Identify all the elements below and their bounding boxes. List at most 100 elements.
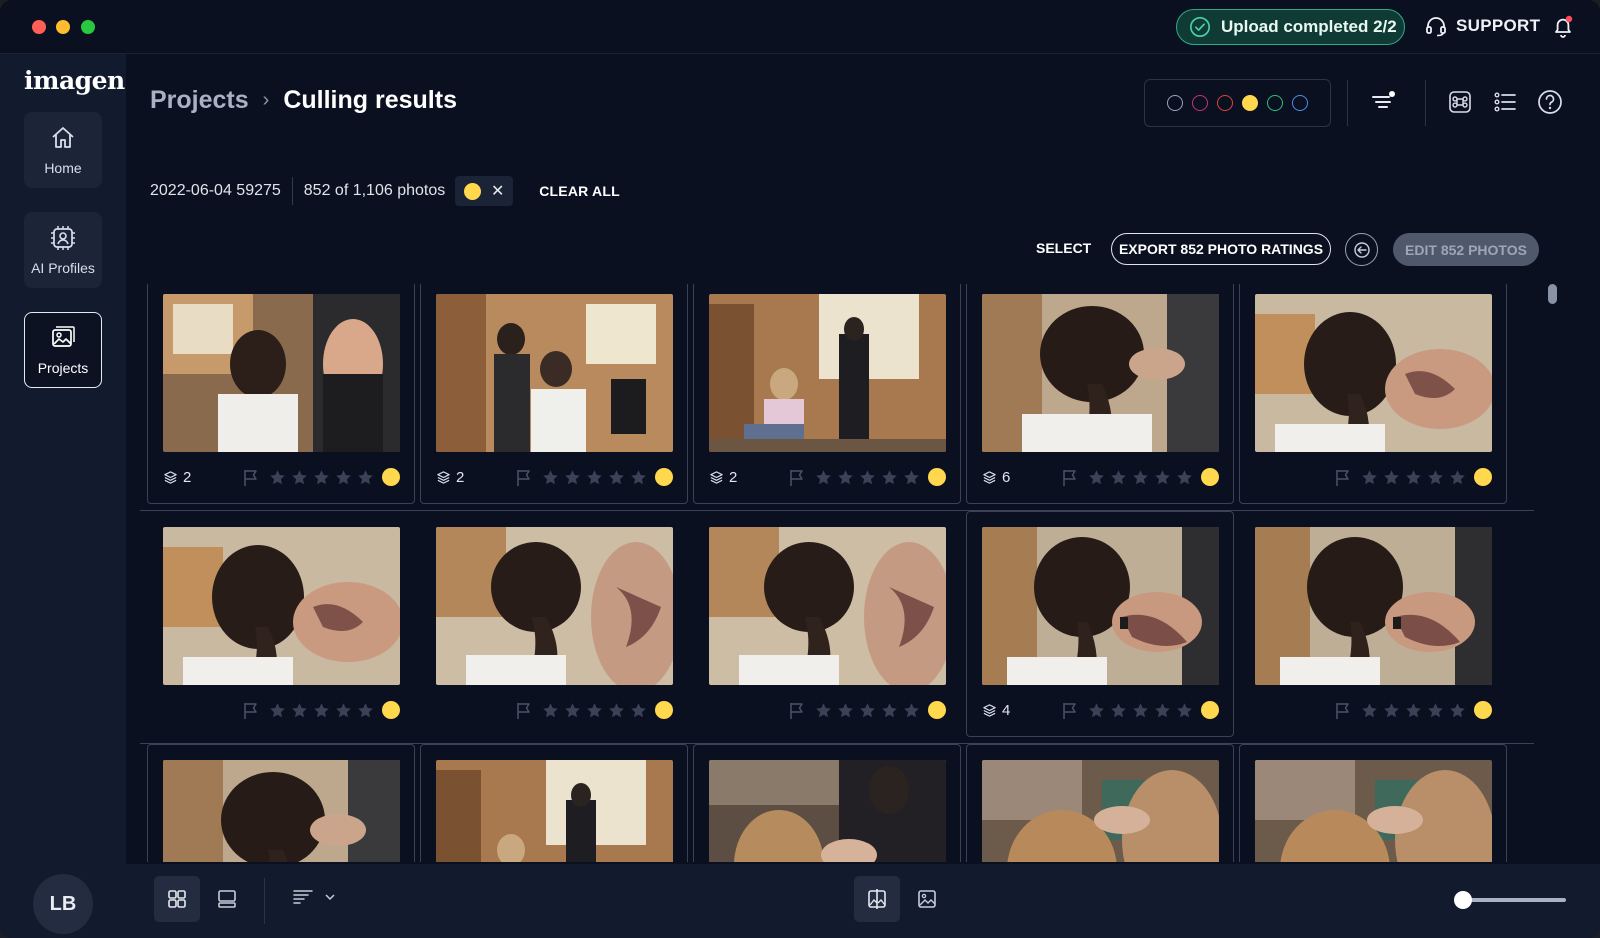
select-button[interactable]: SELECT: [1036, 240, 1091, 256]
color-label-indicator[interactable]: [382, 468, 400, 486]
star-icon[interactable]: [837, 702, 854, 719]
help-icon[interactable]: [1536, 88, 1564, 116]
photo-card[interactable]: 2: [420, 284, 688, 504]
flag-icon[interactable]: [1062, 702, 1078, 719]
color-label-dot[interactable]: [1292, 95, 1308, 111]
star-icon[interactable]: [1449, 702, 1466, 719]
stack-count[interactable]: 2: [436, 469, 506, 486]
star-icon[interactable]: [1132, 469, 1149, 486]
color-label-dot[interactable]: [1217, 95, 1233, 111]
color-label-dot[interactable]: [1267, 95, 1283, 111]
star-rating[interactable]: [269, 469, 374, 486]
star-icon[interactable]: [586, 469, 603, 486]
star-icon[interactable]: [1088, 702, 1105, 719]
star-icon[interactable]: [881, 702, 898, 719]
star-icon[interactable]: [291, 469, 308, 486]
star-icon[interactable]: [542, 702, 559, 719]
star-rating[interactable]: [815, 469, 920, 486]
stack-count[interactable]: 2: [709, 469, 779, 486]
zoom-slider-handle[interactable]: [1453, 891, 1472, 909]
photo-card[interactable]: [420, 511, 688, 737]
flag-icon[interactable]: [243, 702, 259, 719]
photo-card[interactable]: [420, 744, 688, 862]
star-icon[interactable]: [1088, 469, 1105, 486]
star-icon[interactable]: [630, 469, 647, 486]
color-filter-chip[interactable]: ✕: [455, 176, 514, 206]
flag-icon[interactable]: [516, 702, 532, 719]
flag-icon[interactable]: [1335, 469, 1351, 486]
star-rating[interactable]: [815, 702, 920, 719]
filmstrip-view-button[interactable]: [204, 876, 250, 922]
maximize-window-button[interactable]: [81, 20, 95, 34]
star-icon[interactable]: [1405, 702, 1422, 719]
remove-filter-icon[interactable]: ✕: [491, 181, 504, 201]
star-icon[interactable]: [564, 702, 581, 719]
single-view-button[interactable]: [904, 876, 950, 922]
color-label-indicator[interactable]: [928, 468, 946, 486]
photo-card[interactable]: 6: [966, 284, 1234, 504]
stack-count[interactable]: 2: [163, 469, 233, 486]
photo-card[interactable]: [1239, 744, 1507, 862]
close-window-button[interactable]: [32, 20, 46, 34]
photo-thumbnail[interactable]: [436, 760, 673, 862]
star-icon[interactable]: [1154, 702, 1171, 719]
photo-thumbnail[interactable]: [709, 527, 946, 685]
star-icon[interactable]: [1176, 469, 1193, 486]
flag-icon[interactable]: [1062, 469, 1078, 486]
flag-icon[interactable]: [243, 469, 259, 486]
color-label-indicator[interactable]: [382, 701, 400, 719]
star-icon[interactable]: [1154, 469, 1171, 486]
photo-thumbnail[interactable]: [982, 760, 1219, 862]
star-icon[interactable]: [291, 702, 308, 719]
star-icon[interactable]: [313, 469, 330, 486]
flag-icon[interactable]: [789, 702, 805, 719]
notification-bell-icon[interactable]: [1551, 14, 1575, 40]
star-icon[interactable]: [859, 469, 876, 486]
star-icon[interactable]: [313, 702, 330, 719]
star-icon[interactable]: [1110, 702, 1127, 719]
photo-card[interactable]: [966, 744, 1234, 862]
shortcuts-icon[interactable]: [1446, 88, 1474, 116]
star-icon[interactable]: [269, 702, 286, 719]
photo-card[interactable]: [693, 744, 961, 862]
photo-thumbnail[interactable]: [436, 527, 673, 685]
star-icon[interactable]: [608, 469, 625, 486]
sidebar-item-ai-profiles[interactable]: AI Profiles: [24, 212, 102, 288]
star-icon[interactable]: [1383, 702, 1400, 719]
star-icon[interactable]: [815, 469, 832, 486]
stack-count[interactable]: 4: [982, 702, 1052, 719]
stack-count[interactable]: 6: [982, 469, 1052, 486]
star-icon[interactable]: [1361, 702, 1378, 719]
star-icon[interactable]: [903, 469, 920, 486]
filter-icon[interactable]: [1369, 88, 1397, 116]
photo-thumbnail[interactable]: [436, 294, 673, 452]
photo-thumbnail[interactable]: [709, 760, 946, 862]
star-icon[interactable]: [586, 702, 603, 719]
star-icon[interactable]: [1361, 469, 1378, 486]
photo-card[interactable]: [693, 511, 961, 737]
star-rating[interactable]: [1088, 469, 1193, 486]
photo-thumbnail[interactable]: [982, 527, 1219, 685]
photo-thumbnail[interactable]: [163, 760, 400, 862]
color-label-dot[interactable]: [1242, 95, 1258, 111]
flag-icon[interactable]: [789, 469, 805, 486]
color-label-indicator[interactable]: [655, 701, 673, 719]
sidebar-item-home[interactable]: Home: [24, 112, 102, 188]
export-ratings-button[interactable]: EXPORT 852 PHOTO RATINGS: [1111, 233, 1331, 265]
grid-view-button[interactable]: [154, 876, 200, 922]
photo-card[interactable]: [147, 744, 415, 862]
star-rating[interactable]: [542, 469, 647, 486]
list-view-icon[interactable]: [1491, 88, 1519, 116]
minimize-window-button[interactable]: [56, 20, 70, 34]
star-icon[interactable]: [1427, 702, 1444, 719]
star-icon[interactable]: [542, 469, 559, 486]
photo-thumbnail[interactable]: [163, 527, 400, 685]
photo-card[interactable]: 4: [966, 511, 1234, 737]
star-icon[interactable]: [1405, 469, 1422, 486]
photo-card[interactable]: [1239, 284, 1507, 504]
star-rating[interactable]: [542, 702, 647, 719]
sidebar-item-projects[interactable]: Projects: [24, 312, 102, 388]
color-label-indicator[interactable]: [928, 701, 946, 719]
edit-photos-button[interactable]: EDIT 852 PHOTOS: [1393, 233, 1539, 266]
color-label-indicator[interactable]: [655, 468, 673, 486]
